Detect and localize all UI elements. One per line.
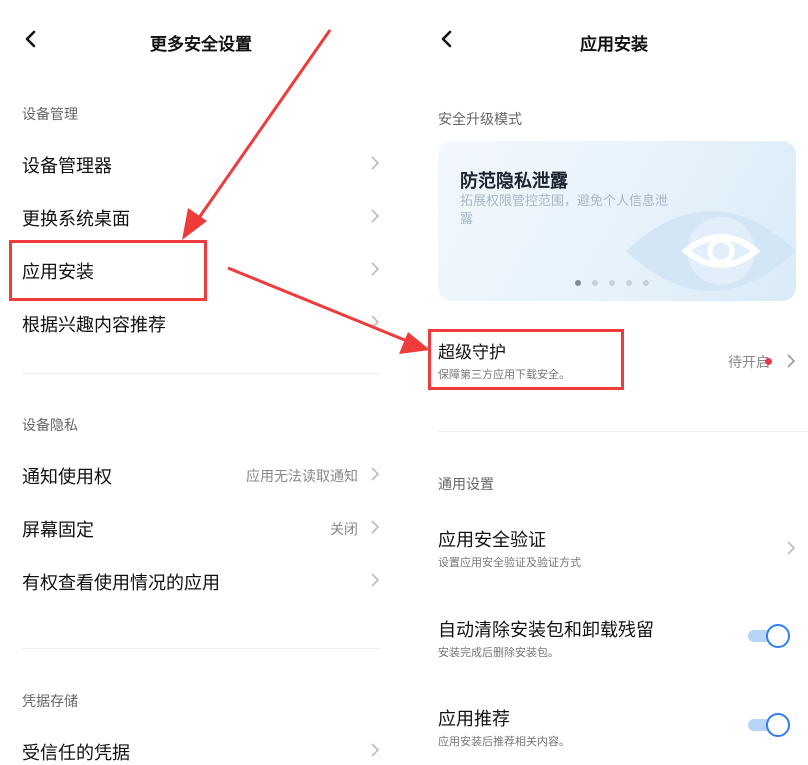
section-header-general: 通用设置 xyxy=(438,477,494,493)
carousel-dot xyxy=(626,280,632,286)
carousel-dot xyxy=(609,280,615,286)
chevron-right-icon xyxy=(371,315,380,329)
app-recommend-toggle[interactable] xyxy=(748,713,792,737)
more-security-settings-screen: 更多安全设置 设备管理 设备管理器 更换系统桌面 应用安装 根据兴趣内容推荐 设… xyxy=(0,0,400,764)
privacy-banner-card[interactable]: 防范隐私泄露 拓展权限管控范围，避免个人信息泄露 xyxy=(438,141,796,301)
menu-item-label: 通知使用权 xyxy=(22,467,112,488)
menu-item-label: 根据兴趣内容推荐 xyxy=(22,315,166,336)
menu-item-label: 更换系统桌面 xyxy=(22,209,130,230)
app-security-verify-subtitle: 设置应用安全验证及验证方式 xyxy=(438,556,581,569)
page-title: 更多安全设置 xyxy=(150,35,252,55)
banner-description: 拓展权限管控范围，避免个人信息泄露 xyxy=(460,194,669,227)
chevron-right-icon xyxy=(371,743,380,757)
chevron-right-icon xyxy=(371,262,380,276)
chevron-right-icon xyxy=(371,156,380,170)
status-dot xyxy=(765,358,772,365)
menu-item-label: 设备管理器 xyxy=(22,156,112,177)
menu-item-value: 关闭 xyxy=(330,522,358,538)
section-header-credential-storage: 凭据存储 xyxy=(22,694,78,710)
toggle-knob xyxy=(766,624,790,648)
chevron-right-icon xyxy=(787,354,796,368)
carousel-dot xyxy=(592,280,598,286)
auto-clean-label: 自动清除安装包和卸载残留 xyxy=(438,620,654,641)
auto-clean-toggle[interactable] xyxy=(748,624,792,648)
section-header-device-privacy: 设备隐私 xyxy=(22,418,78,434)
chevron-right-icon xyxy=(371,467,380,481)
super-guard-status: 待开启 xyxy=(728,355,770,371)
back-arrow-icon[interactable] xyxy=(438,30,456,48)
carousel-dot xyxy=(575,280,581,286)
section-header-device-management: 设备管理 xyxy=(22,107,78,123)
page-title: 应用安装 xyxy=(580,35,648,55)
menu-item-label: 受信任的凭据 xyxy=(22,743,130,764)
app-recommend-label: 应用推荐 xyxy=(438,709,510,730)
section-divider xyxy=(22,648,380,649)
chevron-right-icon xyxy=(371,209,380,223)
section-divider xyxy=(438,431,808,432)
section-header-security-upgrade: 安全升级模式 xyxy=(438,112,522,128)
back-arrow-icon[interactable] xyxy=(22,30,40,48)
carousel-dot xyxy=(643,280,649,286)
app-security-verify-label: 应用安全验证 xyxy=(438,530,546,551)
banner-title: 防范隐私泄露 xyxy=(460,171,568,192)
section-divider xyxy=(22,373,380,374)
app-recommend-subtitle: 应用安装后推荐相关内容。 xyxy=(438,735,570,748)
auto-clean-subtitle: 安装完成后删除安装包。 xyxy=(438,646,559,659)
menu-item-label: 屏幕固定 xyxy=(22,520,94,541)
carousel-indicator xyxy=(575,280,649,286)
chevron-right-icon xyxy=(787,541,796,555)
chevron-right-icon xyxy=(371,520,380,534)
chevron-right-icon xyxy=(371,573,380,587)
menu-item-label: 有权查看使用情况的应用 xyxy=(22,573,220,594)
menu-item-value: 应用无法读取通知 xyxy=(246,469,358,485)
highlight-box-app-install xyxy=(9,240,207,301)
highlight-box-super-guard xyxy=(428,329,624,390)
toggle-knob xyxy=(766,713,790,737)
